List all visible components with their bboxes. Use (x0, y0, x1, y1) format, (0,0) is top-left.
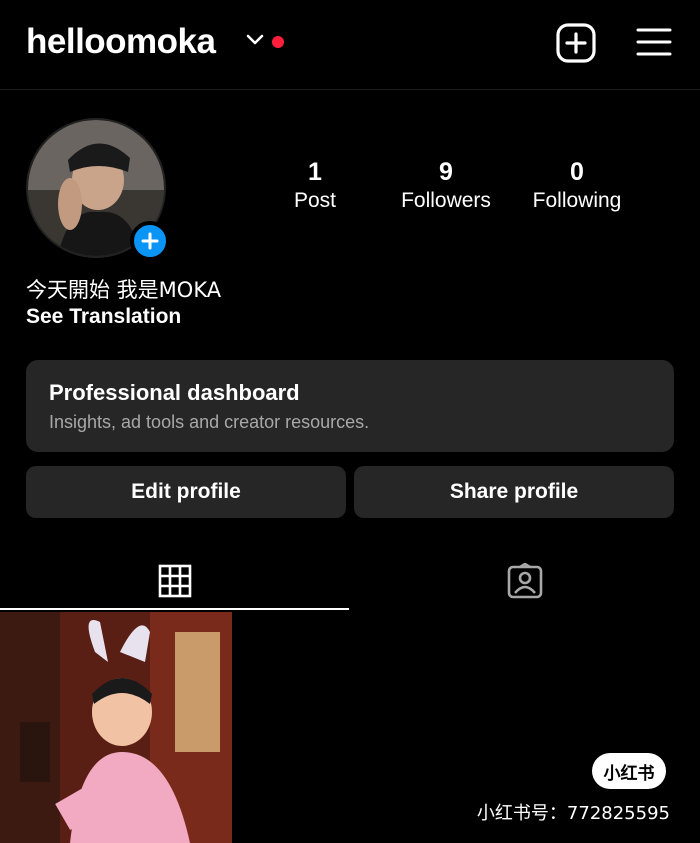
dashboard-title: Professional dashboard (49, 380, 300, 405)
post-photo (0, 612, 232, 843)
watermark-id: 小红书号：772825595 (476, 803, 670, 824)
edit-profile-button[interactable]: Edit profile (26, 466, 346, 518)
grid-icon (158, 564, 192, 598)
stat-label: Post (293, 189, 337, 212)
tab-tagged[interactable] (350, 552, 700, 610)
share-profile-button[interactable]: Share profile (354, 466, 674, 518)
create-post-icon[interactable] (556, 23, 596, 63)
plus-icon (141, 232, 159, 250)
tagged-person-icon (507, 563, 543, 599)
username-switcher[interactable]: helloomoka (26, 22, 216, 62)
dashboard-subtitle: Insights, ad tools and creator resources… (49, 412, 370, 432)
stat-value: 0 (570, 158, 584, 186)
watermark-badge: 小红书 (592, 753, 666, 789)
profile-avatar[interactable] (26, 118, 170, 261)
professional-dashboard-card[interactable]: Professional dashboard Insights, ad tool… (26, 360, 674, 452)
chevron-down-icon[interactable] (246, 34, 264, 46)
active-tab-indicator (0, 608, 349, 610)
stat-posts[interactable]: 1 Post (240, 158, 390, 213)
post-thumbnail[interactable] (0, 612, 232, 843)
stat-label: Following (532, 189, 622, 212)
menu-icon[interactable] (636, 27, 672, 57)
profile-bio: 今天開始 我是MOKA (26, 278, 222, 302)
stat-following[interactable]: 0 Following (502, 158, 652, 213)
stat-followers[interactable]: 9 Followers (371, 158, 521, 213)
stat-value: 9 (439, 158, 453, 186)
stat-label: Followers (401, 189, 491, 212)
tab-posts-grid[interactable] (0, 552, 350, 610)
stat-value: 1 (308, 158, 322, 186)
see-translation-link[interactable]: See Translation (26, 305, 181, 329)
top-bar: helloomoka (0, 0, 700, 90)
notification-dot (272, 36, 284, 48)
add-story-button[interactable] (130, 221, 170, 261)
